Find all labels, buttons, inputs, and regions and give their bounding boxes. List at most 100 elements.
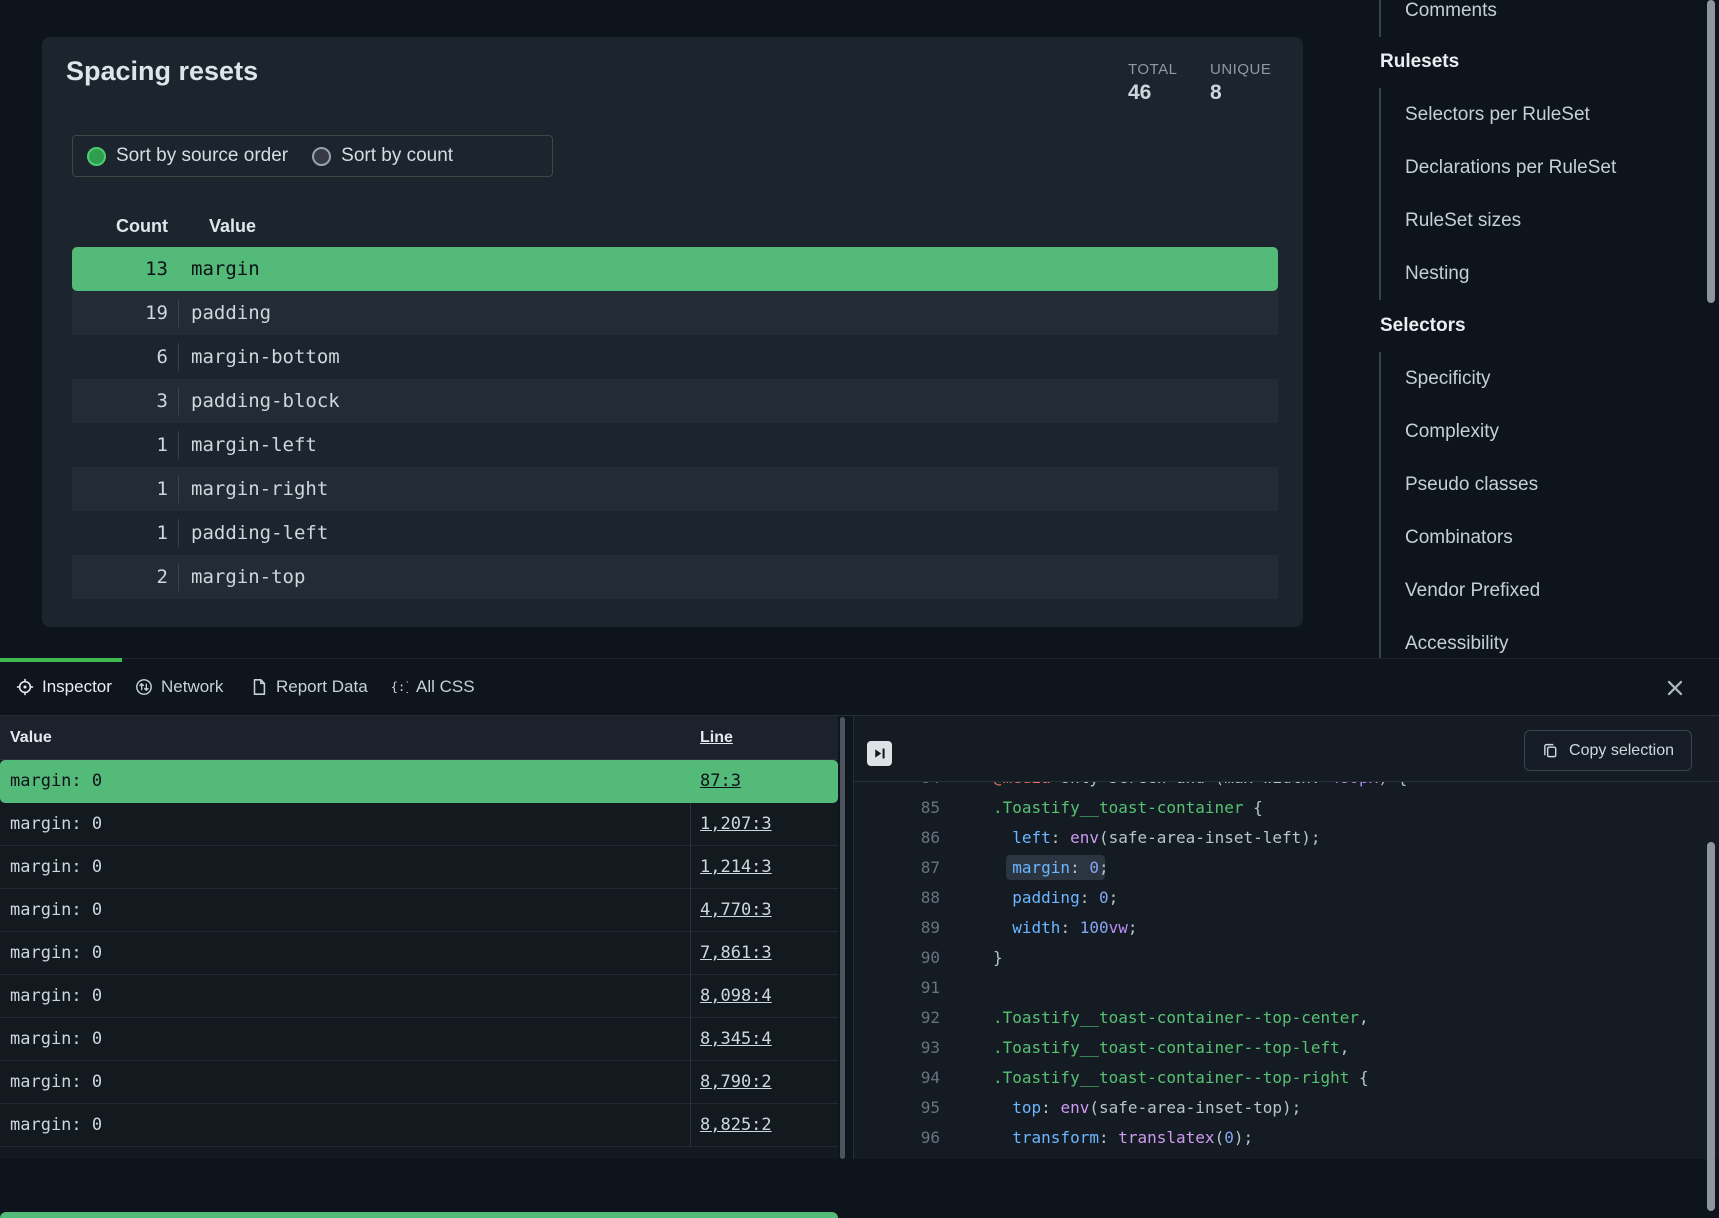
tab-network[interactable]: Network — [135, 659, 223, 715]
inspector-row[interactable]: margin: 01,214:3 — [0, 846, 838, 889]
page-scrollbar[interactable] — [1707, 0, 1715, 303]
copy-selection-label: Copy selection — [1569, 742, 1674, 760]
code-line-content: .Toastify__toast-container { — [993, 793, 1263, 823]
code-viewport[interactable]: 84@media only screen and (max-width: 480… — [854, 782, 1719, 1159]
sidebar-item-nesting[interactable]: Nesting — [1405, 247, 1709, 300]
spacing-row-count: 6 — [72, 346, 168, 368]
inspector-row-line-link[interactable]: 8,345:4 — [700, 1018, 772, 1060]
stat-unique-label: UNIQUE — [1210, 61, 1271, 78]
code-line: 84@media only screen and (max-width: 480… — [854, 782, 1719, 793]
copy-selection-button[interactable]: Copy selection — [1524, 730, 1692, 771]
sort-option-count[interactable]: Sort by count — [312, 145, 453, 167]
tab-inspector[interactable]: Inspector — [16, 659, 112, 715]
code-line: 96 transform: translatex(0); — [854, 1123, 1719, 1153]
spacing-row[interactable]: 13margin — [72, 247, 1278, 291]
line-number: 96 — [854, 1123, 940, 1153]
spacing-row-count: 1 — [72, 434, 168, 456]
line-number: 89 — [854, 913, 940, 943]
sidebar-item-pseudo-classes[interactable]: Pseudo classes — [1405, 458, 1709, 511]
spacing-row[interactable]: 1padding-left — [72, 511, 1278, 555]
line-number: 94 — [854, 1063, 940, 1093]
spacing-row[interactable]: 6margin-bottom — [72, 335, 1278, 379]
sidebar-item-selectors-per-ruleset[interactable]: Selectors per RuleSet — [1405, 88, 1709, 141]
inspector-row-line-link[interactable]: 7,861:3 — [700, 932, 772, 974]
tab-all-css[interactable]: All CSS — [390, 659, 475, 715]
stat-total-label: TOTAL — [1128, 61, 1177, 78]
sidebar-item-declarations-per-ruleset[interactable]: Declarations per RuleSet — [1405, 141, 1709, 194]
expand-panel-button[interactable] — [867, 741, 892, 766]
spacing-row-value: margin-right — [178, 475, 1278, 503]
spacing-row-value: padding — [178, 299, 1278, 327]
inspector-row[interactable]: margin: 0 1,207:3 — [0, 803, 838, 846]
stat-total: TOTAL 46 — [1128, 61, 1177, 105]
all-css-icon — [390, 678, 408, 696]
sidebar-item-complexity[interactable]: Complexity — [1405, 405, 1709, 458]
inspector-row[interactable]: margin: 0 8,098:4 — [0, 975, 838, 1018]
spacing-row[interactable]: 3padding-block — [72, 379, 1278, 423]
code-line: 91 — [854, 973, 1719, 1003]
code-line-content: margin: 0; — [993, 853, 1109, 883]
spacing-row-count: 19 — [72, 302, 168, 324]
spacing-row-value: padding-left — [178, 519, 1278, 547]
tab-report-data[interactable]: Report Data — [250, 659, 368, 715]
inspector-row[interactable]: margin: 07,861:3 — [0, 932, 838, 975]
close-panel-button[interactable] — [1664, 677, 1686, 699]
inspector-row[interactable]: margin: 08,790:2 — [0, 1061, 838, 1104]
inspector-row-line-link[interactable]: 1,207:3 — [700, 803, 772, 845]
sidebar-item-ruleset-sizes[interactable]: RuleSet sizes — [1405, 194, 1709, 247]
code-line: 94.Toastify__toast-container--top-right … — [854, 1063, 1719, 1093]
expand-icon — [871, 745, 888, 762]
line-number: 95 — [854, 1093, 940, 1123]
spacing-row-count: 3 — [72, 390, 168, 412]
sort-option-label: Sort by count — [341, 145, 453, 167]
spacing-table: Count Value 13margin19padding6margin-bot… — [72, 205, 1278, 599]
sidebar-item-vendor-prefixed[interactable]: Vendor Prefixed — [1405, 564, 1709, 617]
inspector-row-line-link[interactable]: 4,770:3 — [700, 889, 772, 931]
sidebar-group: Comments — [1379, 0, 1709, 37]
line-number: 86 — [854, 823, 940, 853]
spacing-row-count: 2 — [72, 566, 168, 588]
inspector-row-line-link[interactable]: 87:3 — [700, 760, 741, 802]
sort-option-label: Sort by source order — [116, 145, 288, 167]
code-line: 89 width: 100vw; — [854, 913, 1719, 943]
spacing-row-count: 1 — [72, 478, 168, 500]
spacing-row[interactable]: 1 margin-right — [72, 467, 1278, 511]
column-divider — [690, 1104, 691, 1146]
highlighted-declaration: margin: 0 — [1006, 855, 1105, 880]
line-number: 92 — [854, 1003, 940, 1033]
code-line: 93.Toastify__toast-container--top-left, — [854, 1033, 1719, 1063]
code-line-content: width: 100vw; — [993, 913, 1138, 943]
inspector-row-line-link[interactable]: 1,214:3 — [700, 846, 772, 888]
radio-icon[interactable] — [312, 147, 331, 166]
code-scrollbar[interactable] — [1707, 842, 1715, 1211]
inspector-row-line-link[interactable]: 8,790:2 — [700, 1061, 772, 1103]
sidebar-item-specificity[interactable]: Specificity — [1405, 352, 1709, 405]
column-divider — [690, 1018, 691, 1060]
spacing-row-value: margin-left — [178, 431, 1278, 459]
sidebar-item-comments[interactable]: Comments — [1405, 0, 1709, 37]
sort-option-source-order[interactable]: Sort by source order — [87, 145, 288, 167]
spacing-row-value: margin-top — [178, 563, 1278, 591]
inspector-row-line-link[interactable]: 8,098:4 — [700, 975, 772, 1017]
inspector-line-header[interactable]: Line — [700, 716, 733, 759]
inspector-row-value: margin: 0 — [10, 889, 102, 931]
radio-icon[interactable] — [87, 147, 106, 166]
inspector-row[interactable]: margin: 0 8,345:4 — [0, 1018, 838, 1061]
sidebar-item-combinators[interactable]: Combinators — [1405, 511, 1709, 564]
inspector-row[interactable]: margin: 087:3 — [0, 760, 838, 803]
spacing-row[interactable]: 2 margin-top — [72, 555, 1278, 599]
column-divider — [690, 932, 691, 974]
inspector-row[interactable]: margin: 0 4,770:3 — [0, 889, 838, 932]
inspector-row-value: margin: 0 — [10, 1018, 102, 1060]
spacing-row[interactable]: 1 margin-left — [72, 423, 1278, 467]
inspector-row[interactable]: margin: 08,825:2 — [0, 1104, 838, 1147]
tab-label: Inspector — [42, 677, 112, 697]
inspector-table-scrollbar[interactable] — [840, 717, 845, 1159]
inspector-row-line-link[interactable]: 8,825:2 — [700, 1104, 772, 1146]
code-viewer-panel: Copy selection 84@media only screen and … — [853, 716, 1719, 1159]
inspector-row-value: margin: 0 — [10, 803, 102, 845]
code-line-content: .Toastify__toast-container--top-left, — [993, 1033, 1349, 1063]
inspector-panel: InspectorNetworkReport DataAll CSS Value… — [0, 658, 1719, 1158]
spacing-row[interactable]: 19 padding — [72, 291, 1278, 335]
inspector-row-value: margin: 0 — [10, 975, 102, 1017]
